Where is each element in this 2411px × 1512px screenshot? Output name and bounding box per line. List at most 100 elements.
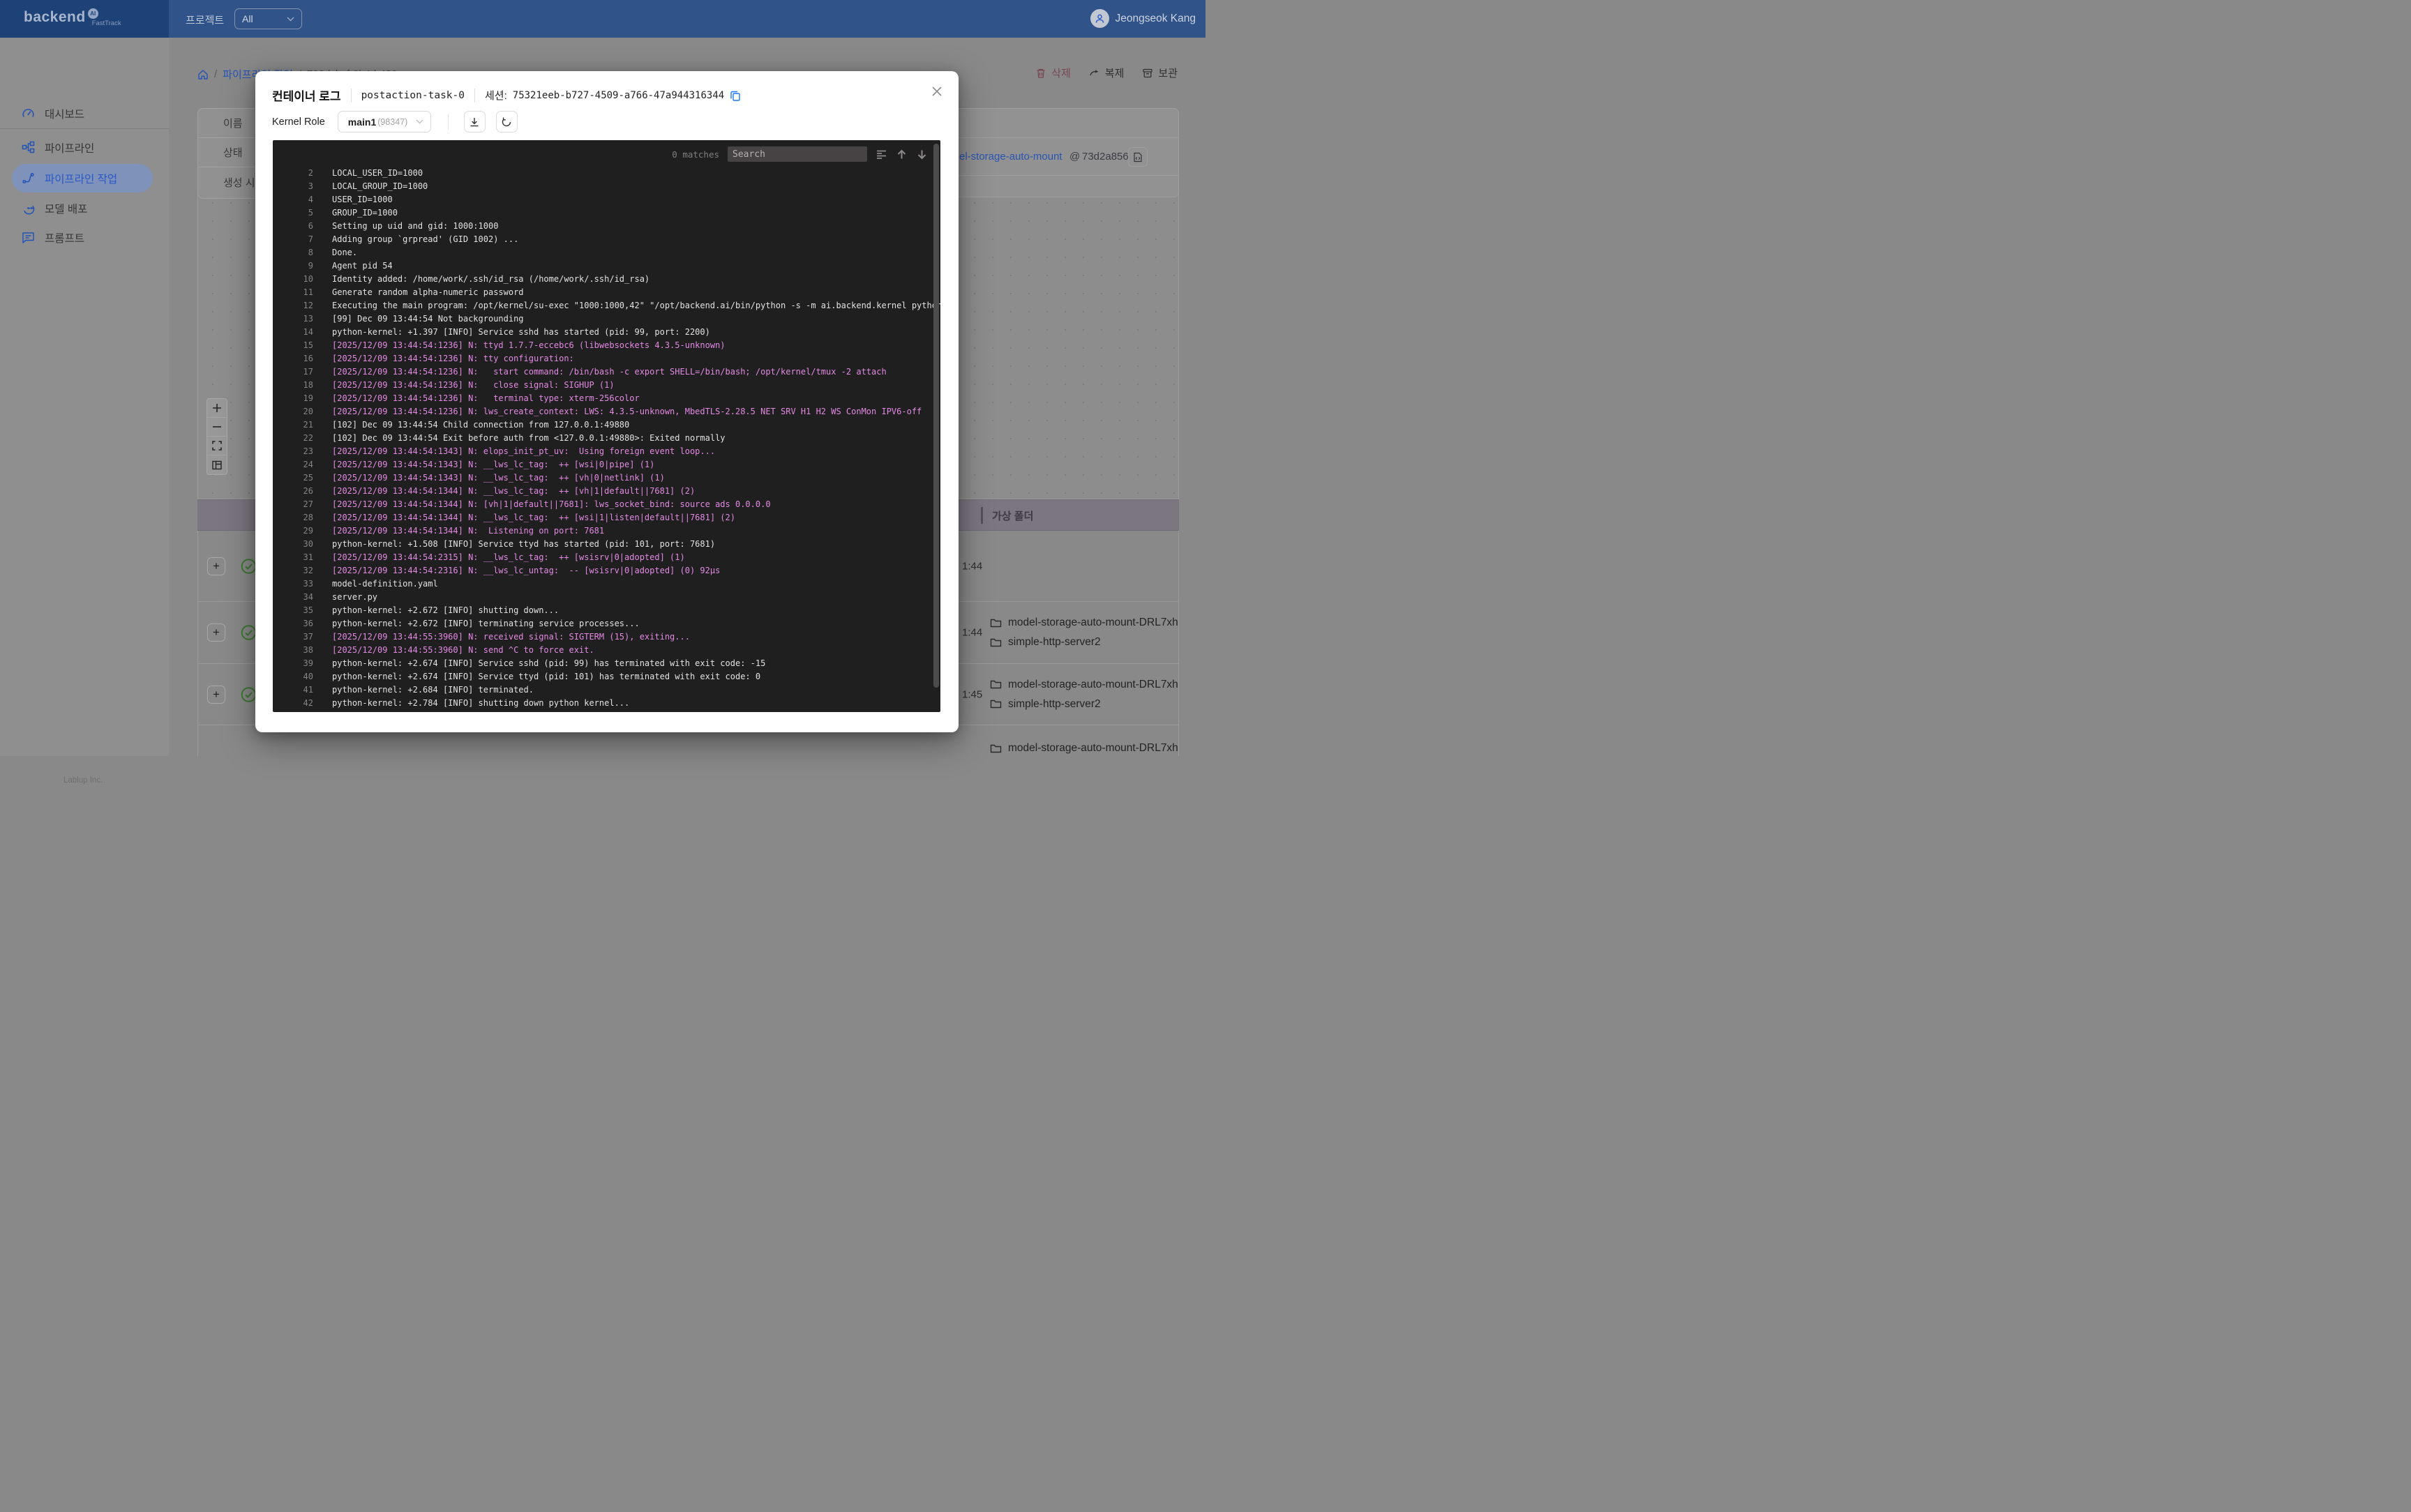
archive-box-icon — [1142, 68, 1153, 79]
folder-icon — [990, 679, 1002, 690]
line-text: [2025/12/09 13:44:54:2316] N: __lws_lc_u… — [332, 566, 721, 575]
line-text: [2025/12/09 13:44:54:1236] N: terminal t… — [332, 393, 640, 403]
line-text: [2025/12/09 13:44:54:1344] N: __lws_lc_t… — [332, 513, 735, 522]
avatar — [1090, 9, 1109, 28]
line-text: [2025/12/09 13:44:54:1236] N: tty config… — [332, 354, 574, 363]
line-number: 11 — [303, 287, 313, 297]
line-number: 35 — [303, 605, 313, 615]
expand-row-button[interactable]: + — [207, 557, 225, 575]
line-text: [102] Dec 09 13:44:54 Exit before auth f… — [332, 433, 726, 443]
success-check-icon — [241, 625, 257, 641]
log-line: 4 USER_ID=1000 — [273, 193, 940, 206]
refresh-log-button[interactable] — [495, 111, 518, 133]
sidebar-footer: Lablup Inc. — [63, 776, 103, 785]
line-number: 6 — [308, 221, 313, 231]
line-number: 24 — [303, 460, 313, 469]
line-text: [102] Dec 09 13:44:54 Child connection f… — [332, 420, 630, 430]
line-text: [2025/12/09 13:44:54:1344] N: __lws_lc_t… — [332, 486, 696, 496]
fit-view-button[interactable] — [207, 437, 227, 455]
line-number: 3 — [308, 181, 313, 191]
backend-ai-logo: backend AI FastTrack — [24, 8, 121, 27]
sidebar-item-label: 파이프라인 — [45, 142, 95, 155]
line-text: Executing the main program: /opt/kernel/… — [332, 301, 940, 310]
dashboard-icon — [22, 107, 35, 120]
model-serving-icon — [22, 202, 35, 215]
line-number: 15 — [303, 340, 313, 350]
download-log-button[interactable] — [463, 111, 486, 133]
header-divider — [350, 88, 352, 103]
line-number: 2 — [308, 168, 313, 178]
expand-row-button[interactable]: + — [207, 623, 225, 642]
log-line: 28 [2025/12/09 13:44:54:1344] N: __lws_lc… — [273, 511, 940, 524]
zoom-in-button[interactable] — [207, 399, 227, 418]
user-name: Jeongseok Kang — [1115, 12, 1196, 24]
delete-button[interactable]: 삭제 — [1035, 66, 1071, 80]
line-text: [2025/12/09 13:44:54:1343] N: __lws_lc_t… — [332, 473, 665, 483]
line-number: 17 — [303, 367, 313, 377]
log-line: 8 Done. — [273, 246, 940, 259]
sidebar-item-model-serving[interactable]: 모델 배포 — [12, 194, 153, 222]
log-line: 14 python-kernel: +1.397 [INFO] Service s… — [273, 326, 940, 339]
line-number: 9 — [308, 261, 313, 271]
line-text: server.py — [332, 592, 378, 602]
expand-row-button[interactable]: + — [207, 685, 225, 704]
vfolder-name: simple-http-server2 — [1008, 697, 1101, 710]
sidebar-item-prompt[interactable]: 프롬프트 — [12, 223, 153, 252]
vfolder-item: model-storage-auto-mount-DRL7xh — [990, 675, 1178, 695]
project-select[interactable]: All — [234, 8, 302, 29]
sidebar-item-dashboard[interactable]: 대시보드 — [12, 99, 153, 128]
arrow-up-icon[interactable] — [896, 149, 908, 160]
sidebar-item-pipeline[interactable]: 파이프라인 — [12, 133, 153, 162]
canvas-zoom-toolbar — [206, 398, 227, 475]
log-line: 21 [102] Dec 09 13:44:54 Child connection… — [273, 418, 940, 432]
sidebar: 대시보드파이프라인파이프라인 작업 모델 배포 프롬프트 Lablup Inc. — [0, 38, 169, 785]
storage-at: @ — [1069, 151, 1081, 162]
log-line: 34 server.py — [273, 591, 940, 604]
kernel-role-label: Kernel Role — [272, 116, 325, 128]
session-label: 세션: — [484, 90, 507, 102]
sidebar-item-pipeline-job[interactable]: 파이프라인 작업 — [12, 164, 153, 192]
line-text: python-kernel: +2.672 [INFO] terminating… — [332, 619, 640, 628]
line-number: 40 — [303, 672, 313, 681]
close-icon[interactable] — [931, 85, 943, 98]
logo-subtitle: FastTrack — [91, 20, 121, 27]
log-terminal[interactable]: 0 matches 2 LOCAL_USER_ID=1000 3 LOCAL_GROU… — [273, 140, 940, 712]
line-number: 7 — [308, 234, 313, 244]
archive-button[interactable]: 보관 — [1142, 66, 1178, 80]
line-text: LOCAL_USER_ID=1000 — [332, 168, 423, 178]
task-name: postaction-task-0 — [361, 89, 465, 101]
log-line: 12 Executing the main program: /opt/kerne… — [273, 299, 940, 312]
sidebar-item-label: 대시보드 — [45, 108, 85, 121]
modal-header: 컨테이너 로그 postaction-task-0 세션: 75321eeb-b… — [272, 86, 741, 104]
vfolder-item: simple-http-server2 — [990, 695, 1178, 714]
log-line: 42 python-kernel: +2.784 [INFO] shutting … — [273, 697, 940, 710]
folder-icon — [990, 743, 1002, 755]
line-number: 13 — [303, 314, 313, 324]
layout-panel-button[interactable] — [207, 455, 227, 474]
search-input[interactable] — [728, 146, 867, 162]
code-file-button[interactable] — [1128, 147, 1148, 167]
container-log-modal: 컨테이너 로그 postaction-task-0 세션: 75321eeb-b… — [255, 71, 959, 732]
line-number: 22 — [303, 433, 313, 443]
clone-button[interactable]: 복제 — [1089, 66, 1124, 80]
line-text: python-kernel: +2.784 [INFO] shutting do… — [332, 698, 630, 708]
archive-button-label: 보관 — [1158, 68, 1178, 80]
copy-icon[interactable] — [730, 90, 741, 101]
arrow-down-icon[interactable] — [916, 149, 928, 160]
kernel-role-select[interactable]: main1 (98347) — [337, 111, 431, 133]
user-menu[interactable]: Jeongseok Kang — [1090, 9, 1196, 28]
header-divider — [474, 88, 475, 103]
line-number: 33 — [303, 579, 313, 589]
log-line: 24 [2025/12/09 13:44:54:1343] N: __lws_lc… — [273, 458, 940, 471]
wrap-lines-icon[interactable] — [876, 149, 887, 160]
storage-link[interactable]: el-storage-auto-mount — [959, 151, 1062, 162]
line-text: python-kernel: +2.674 [INFO] Service ssh… — [332, 658, 766, 668]
zoom-out-button[interactable] — [207, 418, 227, 437]
home-icon[interactable] — [197, 69, 209, 80]
project-select-value: All — [242, 13, 253, 24]
ai-badge-icon: AI — [87, 8, 98, 19]
pipeline-icon — [22, 141, 35, 154]
line-number: 26 — [303, 486, 313, 496]
vfolder-name: model-storage-auto-mount-DRL7xh — [1008, 678, 1178, 690]
scrollbar-thumb[interactable] — [933, 144, 939, 688]
